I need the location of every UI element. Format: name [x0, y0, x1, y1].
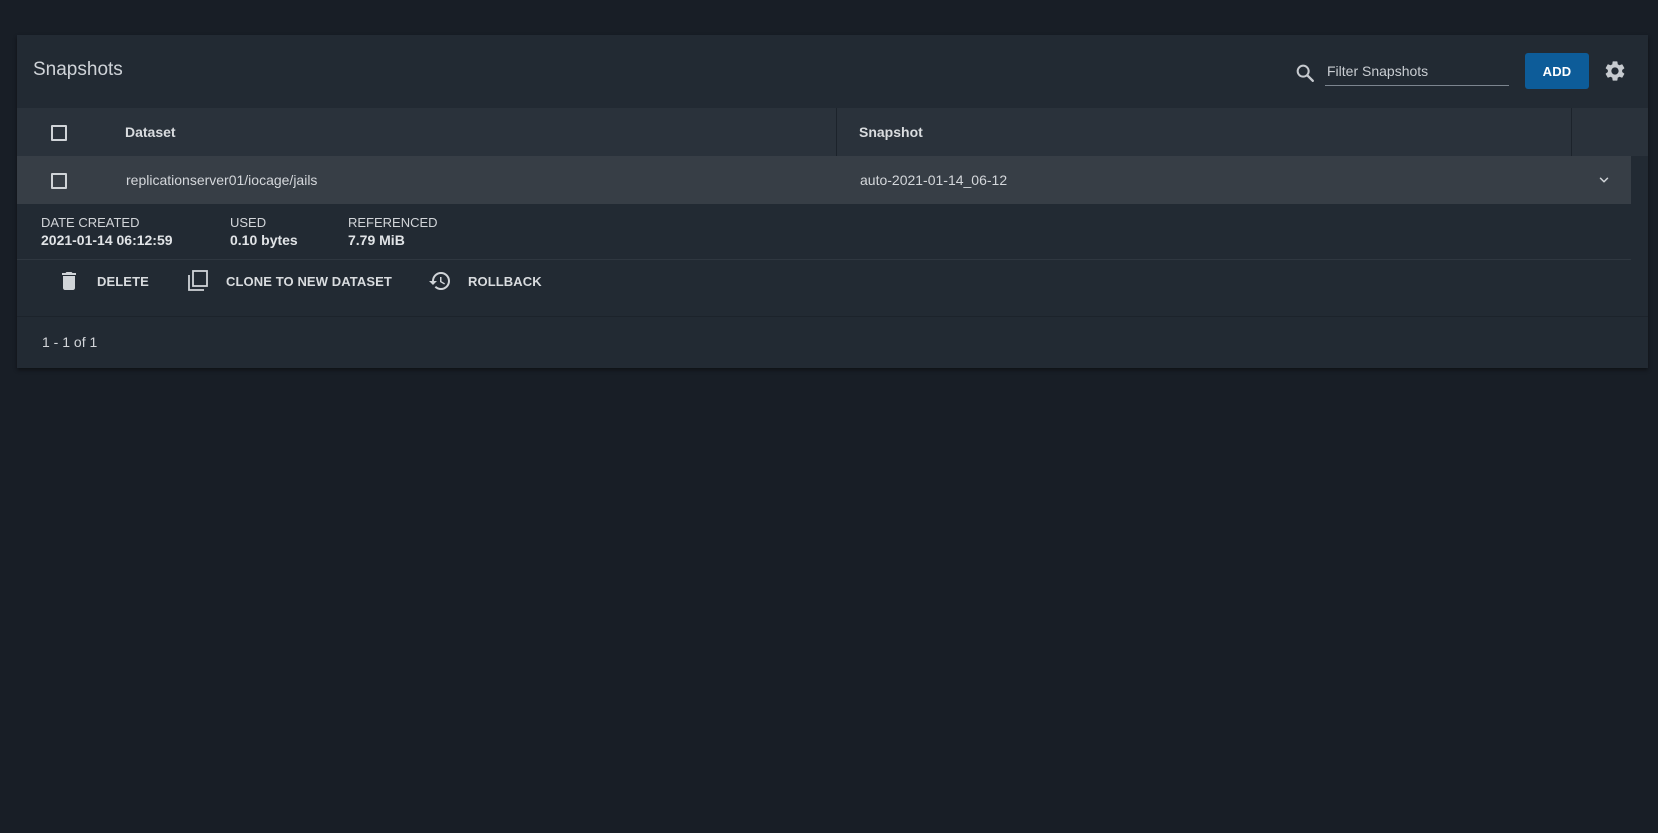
- used-value: 0.10 bytes: [230, 232, 298, 248]
- gear-icon[interactable]: [1603, 59, 1627, 83]
- page-title: Snapshots: [33, 59, 123, 80]
- used-label: USED: [230, 215, 267, 230]
- search-icon: [1296, 64, 1314, 82]
- row-checkbox[interactable]: [51, 173, 67, 189]
- select-all-checkbox[interactable]: [51, 125, 67, 141]
- delete-label: DELETE: [97, 273, 149, 289]
- footer-divider: [17, 316, 1648, 317]
- row-details: DATE CREATED 2021-01-14 06:12:59 USED 0.…: [17, 204, 1631, 310]
- referenced-value: 7.79 MiB: [348, 232, 405, 248]
- copy-icon: [188, 270, 208, 291]
- column-header-snapshot[interactable]: Snapshot: [859, 124, 923, 140]
- snapshot-cell: auto-2021-01-14_06-12: [860, 172, 1008, 188]
- clone-label: CLONE TO NEW DATASET: [226, 273, 392, 289]
- filter-snapshots-input[interactable]: [1325, 57, 1509, 86]
- table-header: Dataset Snapshot: [17, 108, 1648, 156]
- delete-button[interactable]: DELETE: [57, 266, 149, 296]
- trash-icon: [62, 272, 76, 290]
- table-row[interactable]: replicationserver01/iocage/jails auto-20…: [17, 156, 1631, 204]
- date-created-value: 2021-01-14 06:12:59: [41, 232, 173, 248]
- date-created-label: DATE CREATED: [41, 215, 140, 230]
- pagination-range: 1 - 1 of 1: [42, 334, 98, 350]
- snapshots-card: Snapshots ADD Dataset Snapshot replicati…: [17, 35, 1648, 368]
- column-divider[interactable]: [836, 108, 837, 156]
- chevron-down-icon[interactable]: [1597, 173, 1611, 187]
- clone-to-new-dataset-button[interactable]: CLONE TO NEW DATASET: [186, 266, 392, 296]
- details-divider: [17, 259, 1631, 260]
- used-field: USED 0.10 bytes: [230, 214, 298, 250]
- column-header-dataset[interactable]: Dataset: [125, 124, 176, 140]
- rollback-button[interactable]: ROLLBACK: [428, 266, 542, 296]
- referenced-label: REFERENCED: [348, 215, 438, 230]
- column-divider[interactable]: [1571, 108, 1572, 156]
- card-header: Snapshots ADD: [17, 35, 1648, 108]
- add-button[interactable]: ADD: [1525, 53, 1589, 89]
- dataset-cell: replicationserver01/iocage/jails: [126, 172, 318, 188]
- date-created-field: DATE CREATED 2021-01-14 06:12:59: [41, 214, 173, 250]
- history-icon: [429, 272, 450, 290]
- rollback-label: ROLLBACK: [468, 273, 542, 289]
- referenced-field: REFERENCED 7.79 MiB: [348, 214, 438, 250]
